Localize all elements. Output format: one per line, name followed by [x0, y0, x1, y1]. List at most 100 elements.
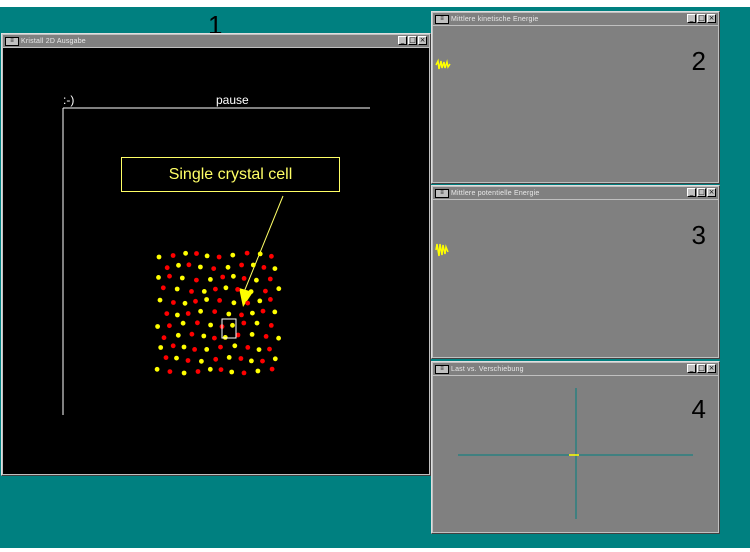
atom-dot [158, 345, 164, 350]
label-number-2: 2 [691, 46, 706, 76]
atom-dot [157, 297, 163, 303]
kinetic-trace [435, 58, 451, 70]
load-displacement-window[interactable]: ≡ Last vs. Verschiebung _ □ × 4 [431, 361, 720, 534]
atom-dot [208, 277, 213, 282]
atom-dot [241, 276, 247, 281]
atom-dot [174, 355, 179, 361]
atom-dot [186, 262, 192, 268]
atom-dot [211, 266, 217, 271]
atom-dot [235, 287, 241, 292]
minimize-button[interactable]: _ [687, 364, 696, 373]
window-title: Mittlere potentielle Energie [451, 189, 540, 197]
atom-dot [245, 300, 251, 306]
atom-dot [230, 322, 235, 328]
atom-dot [257, 298, 263, 304]
system-menu-icon[interactable]: ≡ [435, 364, 449, 374]
potential-energy-window[interactable]: ≡ Mittlere potentielle Energie _ □ × 3 [431, 185, 720, 359]
maximize-button[interactable]: □ [408, 36, 417, 45]
atom-dot [241, 370, 247, 376]
atom-dot [195, 369, 201, 374]
atom-dot [198, 264, 203, 270]
potential-plot [435, 243, 449, 257]
atom-dot [269, 253, 274, 259]
atom-dot [238, 356, 244, 361]
maximize-button[interactable]: □ [697, 364, 706, 373]
atom-dot [176, 262, 181, 268]
atom-dot [239, 262, 245, 268]
atom-dot [220, 274, 226, 280]
atom-dot [201, 333, 207, 339]
atom-dot [225, 264, 231, 270]
atom-dot [257, 251, 263, 257]
atom-dot [204, 253, 210, 259]
atom-dot [249, 332, 255, 337]
atom-dot [250, 310, 255, 316]
crystal-2d-window[interactable]: ≡ Kristall 2D Ausgabe _ □ × :-) pause Si… [1, 33, 431, 476]
atom-dot [239, 312, 244, 318]
maximize-button[interactable]: □ [697, 188, 706, 197]
minimize-button[interactable]: _ [687, 188, 696, 197]
atom-dot [201, 289, 207, 294]
title-bar[interactable]: ≡ Mittlere kinetische Energie _ □ × [433, 13, 718, 25]
status-smiley: :-) [63, 93, 75, 107]
atom-dot [185, 311, 191, 316]
crystal-plot [62, 107, 370, 415]
atom-dot [263, 288, 268, 294]
close-button[interactable]: × [707, 188, 716, 197]
window-title: Mittlere kinetische Energie [451, 15, 539, 23]
system-menu-icon[interactable]: ≡ [435, 14, 449, 24]
atom-dot [167, 273, 172, 279]
atom-dot [260, 308, 266, 314]
atom-dot [250, 262, 256, 268]
atom-dot [268, 297, 273, 302]
atom-dot [272, 266, 278, 271]
atom-dot [193, 298, 198, 304]
atom-dot [175, 332, 181, 338]
atom-dot [167, 369, 173, 374]
maximize-button[interactable]: □ [697, 14, 706, 23]
atom-dot [212, 335, 217, 341]
atom-dot [170, 343, 176, 349]
atom-dot [272, 309, 278, 315]
atom-dot [199, 358, 204, 364]
close-button[interactable]: × [707, 14, 716, 23]
atom-dot [254, 320, 260, 326]
atom-dot [263, 334, 269, 339]
atom-dot [174, 286, 180, 292]
atom-dot [261, 265, 267, 270]
atom-dot [181, 370, 187, 376]
atom-lattice [154, 250, 282, 376]
atom-dot [244, 250, 250, 256]
window-title: Last vs. Verschiebung [451, 365, 524, 373]
title-bar[interactable]: ≡ Kristall 2D Ausgabe _ □ × [3, 35, 429, 47]
kinetic-energy-window[interactable]: ≡ Mittlere kinetische Energie _ □ × 2 [431, 11, 720, 184]
atom-dot [223, 285, 229, 291]
atom-dot [155, 324, 161, 329]
atom-dot [167, 323, 172, 329]
close-button[interactable]: × [418, 36, 427, 45]
atom-dot [268, 323, 274, 328]
atom-dot [195, 320, 200, 326]
atom-dot [164, 265, 170, 271]
minimize-button[interactable]: _ [687, 14, 696, 23]
atom-dot [171, 300, 176, 305]
minimize-button[interactable]: _ [398, 36, 407, 45]
atom-dot [256, 347, 262, 352]
atom-dot [189, 331, 195, 337]
atom-dot [245, 345, 251, 350]
load-plot [458, 388, 693, 519]
title-bar[interactable]: ≡ Last vs. Verschiebung _ □ × [433, 363, 718, 375]
atom-dot [231, 273, 236, 279]
atom-dot [276, 286, 282, 292]
close-button[interactable]: × [707, 364, 716, 373]
unit-cell-box [221, 318, 237, 339]
atom-dot [212, 309, 218, 314]
system-menu-icon[interactable]: ≡ [435, 188, 449, 198]
kinetic-plot-area: 2 [433, 26, 718, 182]
atom-dot [160, 285, 166, 291]
window-title: Kristall 2D Ausgabe [21, 37, 86, 45]
title-bar[interactable]: ≡ Mittlere potentielle Energie _ □ × [433, 187, 718, 199]
system-menu-icon[interactable]: ≡ [5, 36, 19, 46]
atom-dot [192, 347, 198, 352]
atom-dot [161, 335, 167, 341]
